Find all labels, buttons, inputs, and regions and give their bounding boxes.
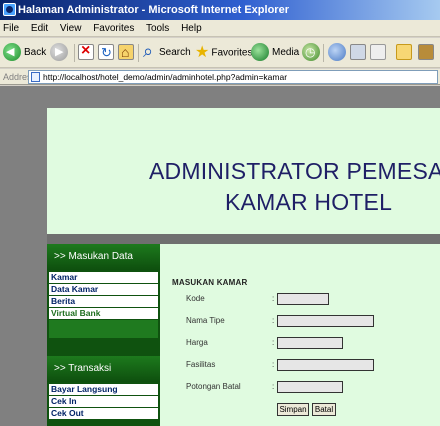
media-label: Media: [272, 47, 300, 58]
harga-input[interactable]: [277, 337, 343, 349]
kode-input[interactable]: [277, 293, 329, 305]
search-button[interactable]: Search: [143, 41, 191, 63]
media-icon: [251, 43, 269, 62]
history-button[interactable]: [302, 42, 323, 63]
menu-tools[interactable]: Tools: [146, 23, 169, 34]
search-label: Search: [159, 47, 191, 58]
menu-edit[interactable]: Edit: [31, 23, 48, 34]
page-icon: [31, 72, 40, 82]
stop-button[interactable]: [78, 41, 94, 63]
back-label: Back: [24, 47, 47, 58]
separator: :: [272, 316, 275, 325]
toolbar: Back Search ★Favorites Media: [0, 38, 440, 68]
sidebar-heading-transaksi: >> Transaksi: [47, 356, 160, 382]
print-button[interactable]: [350, 43, 366, 63]
menu-help[interactable]: Help: [181, 23, 202, 34]
refresh-button[interactable]: [98, 43, 114, 63]
main-content: MASUKAN KAMAR Kode : Nama Tipe : Harga :…: [160, 244, 440, 426]
sidebar-item-kamar[interactable]: Kamar: [49, 272, 158, 283]
toolbar-divider: [323, 44, 324, 62]
media-button[interactable]: Media: [251, 43, 299, 63]
ie-app-icon: [3, 3, 16, 16]
label-harga: Harga: [186, 338, 208, 347]
address-bar: Address http://localhost/hotel_demo/admi…: [0, 69, 440, 85]
separator: :: [272, 294, 275, 303]
header-title-line2: KAMAR HOTEL: [225, 189, 393, 215]
back-arrow-icon: [3, 42, 21, 62]
nama-tipe-input[interactable]: [277, 315, 374, 327]
header-title-line1: ADMINISTRATOR PEMESANAN: [149, 158, 440, 184]
home-button[interactable]: [118, 42, 134, 63]
toolbar-divider: [138, 44, 139, 62]
forward-button[interactable]: [50, 42, 71, 63]
page-header: ADMINISTRATOR PEMESANAN KAMAR HOTEL: [47, 108, 440, 234]
sidebar-spacer: [49, 320, 158, 338]
separator: :: [272, 382, 275, 391]
star-icon: ★: [195, 44, 210, 61]
sidebar-item-cek-out[interactable]: Cek Out: [49, 408, 158, 419]
separator: :: [272, 338, 275, 347]
label-nama-tipe: Nama Tipe: [186, 316, 225, 325]
potongan-batal-input[interactable]: [277, 381, 343, 393]
simpan-button[interactable]: Simpan: [277, 403, 309, 416]
menu-bar: File Edit View Favorites Tools Help: [0, 20, 440, 37]
home-icon: [118, 42, 134, 62]
edit-button[interactable]: [370, 43, 386, 63]
form-title: MASUKAN KAMAR: [172, 278, 248, 287]
search-icon: [143, 41, 159, 61]
folder-icon: [396, 44, 412, 61]
discuss-button[interactable]: [418, 43, 434, 63]
label-kode: Kode: [186, 294, 205, 303]
toolbar-divider: [74, 44, 75, 62]
header-divider: [47, 234, 440, 244]
favorites-label: Favorites: [211, 47, 253, 59]
fasilitas-input[interactable]: [277, 359, 374, 371]
favorites-button[interactable]: ★ Favorites: [195, 43, 252, 63]
sidebar-item-bayar-langsung[interactable]: Bayar Langsung: [49, 384, 158, 395]
browser-window: Halaman Administrator - Microsoft Intern…: [0, 0, 440, 426]
history-icon: [302, 42, 320, 62]
batal-button[interactable]: Batal: [312, 403, 336, 416]
sidebar-item-virtual-bank[interactable]: Virtual Bank: [49, 308, 158, 319]
title-bar: Halaman Administrator - Microsoft Intern…: [0, 0, 440, 20]
edit-page-icon: [370, 44, 386, 61]
folder-button[interactable]: [396, 43, 412, 63]
menu-favorites[interactable]: Favorites: [93, 23, 134, 34]
sidebar-menu: >> Masukan Data Kamar Data Kamar Berita …: [47, 244, 160, 426]
mail-button[interactable]: [328, 43, 349, 63]
window-title: Halaman Administrator - Microsoft Intern…: [18, 4, 289, 16]
address-url: http://localhost/hotel_demo/admin/adminh…: [43, 72, 288, 82]
forward-arrow-icon: [50, 42, 68, 62]
mail-icon: [328, 43, 346, 62]
label-potongan-batal: Potongan Batal: [186, 382, 241, 391]
printer-icon: [350, 44, 366, 61]
menu-view[interactable]: View: [60, 23, 82, 34]
separator: :: [272, 360, 275, 369]
menu-file[interactable]: File: [3, 23, 19, 34]
back-button[interactable]: Back: [3, 42, 47, 63]
sidebar-item-data-kamar[interactable]: Data Kamar: [49, 284, 158, 295]
sidebar-item-berita[interactable]: Berita: [49, 296, 158, 307]
label-fasilitas: Fasilitas: [186, 360, 216, 369]
address-input[interactable]: http://localhost/hotel_demo/admin/adminh…: [28, 70, 438, 84]
sidebar-item-cek-in[interactable]: Cek In: [49, 396, 158, 407]
refresh-icon: [98, 43, 114, 63]
stop-icon: [78, 41, 94, 61]
sidebar-heading-masukan-data: >> Masukan Data: [47, 244, 160, 270]
discuss-icon: [418, 44, 434, 61]
page-viewport[interactable]: ADMINISTRATOR PEMESANAN KAMAR HOTEL >> M…: [0, 86, 440, 426]
